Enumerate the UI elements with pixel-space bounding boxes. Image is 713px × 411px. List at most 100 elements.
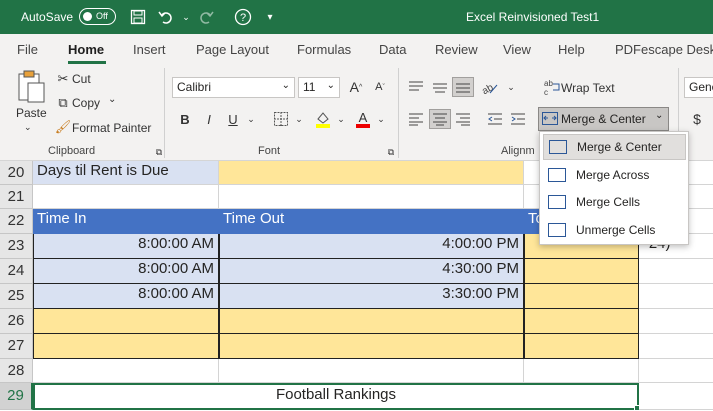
wrap-text-button[interactable]: Wrap Text <box>561 81 615 95</box>
row-header-20[interactable]: 20 <box>0 161 33 185</box>
tab-page-layout[interactable]: Page Layout <box>196 42 269 57</box>
svg-text:ab: ab <box>544 79 553 88</box>
bold-button[interactable]: B <box>174 109 196 129</box>
autosave-toggle[interactable]: Off <box>79 8 116 25</box>
row-header-21[interactable]: 21 <box>0 185 33 209</box>
customize-toolbar-icon[interactable]: ▾ <box>260 7 280 27</box>
tab-insert[interactable]: Insert <box>133 42 166 57</box>
align-right-icon[interactable] <box>452 109 474 129</box>
cell-d27[interactable] <box>639 334 713 359</box>
row-header-29[interactable]: 29 <box>0 383 33 410</box>
cell-b21[interactable] <box>219 185 524 209</box>
align-left-icon[interactable] <box>405 109 427 129</box>
clipboard-launcher-icon[interactable]: ⧉ <box>148 142 170 162</box>
menu-item-label: Merge & Center <box>577 140 662 154</box>
cell-d28[interactable] <box>639 359 713 383</box>
cell-a20[interactable]: Days til Rent is Due <box>33 161 219 185</box>
save-icon[interactable] <box>128 7 148 27</box>
fill-color-dropdown-icon[interactable]: ⌄ <box>330 109 352 129</box>
row-header-28[interactable]: 28 <box>0 359 33 383</box>
font-size-input[interactable]: 11 ⌄ <box>298 77 340 98</box>
borders-dropdown-icon[interactable]: ⌄ <box>288 109 310 129</box>
tab-view[interactable]: View <box>503 42 531 57</box>
currency-dropdown-icon[interactable]: ⌄ <box>704 109 713 129</box>
wrap-text-icon: ab c <box>541 77 563 97</box>
cell-b28[interactable] <box>219 359 524 383</box>
cell-a26[interactable] <box>33 309 219 334</box>
cell-b22[interactable]: Time Out <box>219 209 524 234</box>
cell-b24[interactable]: 4:30:00 PM <box>219 259 524 284</box>
italic-button[interactable]: I <box>198 109 220 129</box>
cell-b23[interactable]: 4:00:00 PM <box>219 234 524 259</box>
cell-d25[interactable] <box>639 284 713 309</box>
cell-a21[interactable] <box>33 185 219 209</box>
number-format-input[interactable]: Gene <box>684 77 713 98</box>
format-painter-button[interactable]: Format Painter <box>72 121 151 135</box>
font-color-dropdown-icon[interactable]: ⌄ <box>370 109 392 129</box>
cell-b27[interactable] <box>219 334 524 359</box>
copy-button[interactable]: Copy <box>72 96 100 110</box>
alignment-group-label: Alignm <box>501 145 535 157</box>
decrease-indent-icon[interactable] <box>484 109 506 129</box>
cell-c25[interactable] <box>524 284 639 309</box>
font-name-input[interactable]: Calibri ⌄ <box>172 77 295 98</box>
cell-d24[interactable] <box>639 259 713 284</box>
row-header-22[interactable]: 22 <box>0 209 33 234</box>
paste-icon[interactable] <box>14 70 46 104</box>
cell-b20[interactable] <box>219 161 524 185</box>
tab-help[interactable]: Help <box>558 42 585 57</box>
align-middle-icon[interactable] <box>429 77 451 97</box>
tab-pdfescape[interactable]: PDFescape Deskt <box>615 42 713 57</box>
undo-dropdown-icon[interactable]: ⌄ <box>176 7 196 27</box>
menu-item-merge-cells[interactable]: Merge Cells <box>543 189 686 215</box>
tab-formulas[interactable]: Formulas <box>297 42 351 57</box>
row-header-25[interactable]: 25 <box>0 284 33 309</box>
tab-data[interactable]: Data <box>379 42 406 57</box>
menu-item-merge-across[interactable]: Merge Across <box>543 162 686 188</box>
cell-a23[interactable]: 8:00:00 AM <box>33 234 219 259</box>
paste-button[interactable]: Paste <box>16 106 47 120</box>
underline-dropdown-icon[interactable]: ⌄ <box>240 109 262 129</box>
cell-a29-merged[interactable]: Football Rankings <box>33 383 639 410</box>
svg-text:A: A <box>359 110 368 125</box>
cell-c27[interactable] <box>524 334 639 359</box>
decrease-font-icon[interactable]: Aˇ <box>369 77 391 97</box>
align-bottom-icon[interactable] <box>452 77 474 97</box>
increase-font-icon[interactable]: A ^ <box>345 77 367 97</box>
row-header-26[interactable]: 26 <box>0 309 33 334</box>
undo-icon[interactable] <box>156 7 176 27</box>
cell-a22[interactable]: Time In <box>33 209 219 234</box>
cell-a24[interactable]: 8:00:00 AM <box>33 259 219 284</box>
cell-b25[interactable]: 3:30:00 PM <box>219 284 524 309</box>
cell-b26[interactable] <box>219 309 524 334</box>
menu-item-unmerge-cells[interactable]: Unmerge Cells <box>543 217 686 243</box>
help-icon[interactable]: ? <box>233 7 253 27</box>
tab-home[interactable]: Home <box>68 42 104 57</box>
paste-dropdown-icon[interactable]: ⌄ <box>24 122 32 133</box>
font-name-value: Calibri <box>177 80 212 94</box>
row-header-24[interactable]: 24 <box>0 259 33 284</box>
tab-review[interactable]: Review <box>435 42 478 57</box>
tab-file[interactable]: File <box>17 42 38 57</box>
cut-button[interactable]: Cut <box>72 72 91 86</box>
increase-indent-icon[interactable] <box>507 109 529 129</box>
cell-a27[interactable] <box>33 334 219 359</box>
menu-item-merge-center[interactable]: Merge & Center <box>543 134 686 160</box>
cell-a25[interactable]: 8:00:00 AM <box>33 284 219 309</box>
cell-d26[interactable] <box>639 309 713 334</box>
row-header-23[interactable]: 23 <box>0 234 33 259</box>
chevron-down-icon: ⌄ <box>326 80 335 91</box>
row-header-27[interactable]: 27 <box>0 334 33 359</box>
cell-c28[interactable] <box>524 359 639 383</box>
cell-a28[interactable] <box>33 359 219 383</box>
align-center-icon[interactable] <box>429 109 451 129</box>
copy-dropdown-icon[interactable]: ⌄ <box>108 94 116 105</box>
number-format-value: Gene <box>689 80 713 94</box>
cell-c24[interactable] <box>524 259 639 284</box>
align-top-icon[interactable] <box>405 77 427 97</box>
orientation-icon[interactable]: ab <box>478 77 500 97</box>
orientation-dropdown-icon[interactable]: ⌄ <box>500 77 522 97</box>
cell-c26[interactable] <box>524 309 639 334</box>
cell-d29[interactable] <box>639 383 713 410</box>
merge-center-button[interactable]: Merge & Center ⌄ <box>538 107 669 131</box>
